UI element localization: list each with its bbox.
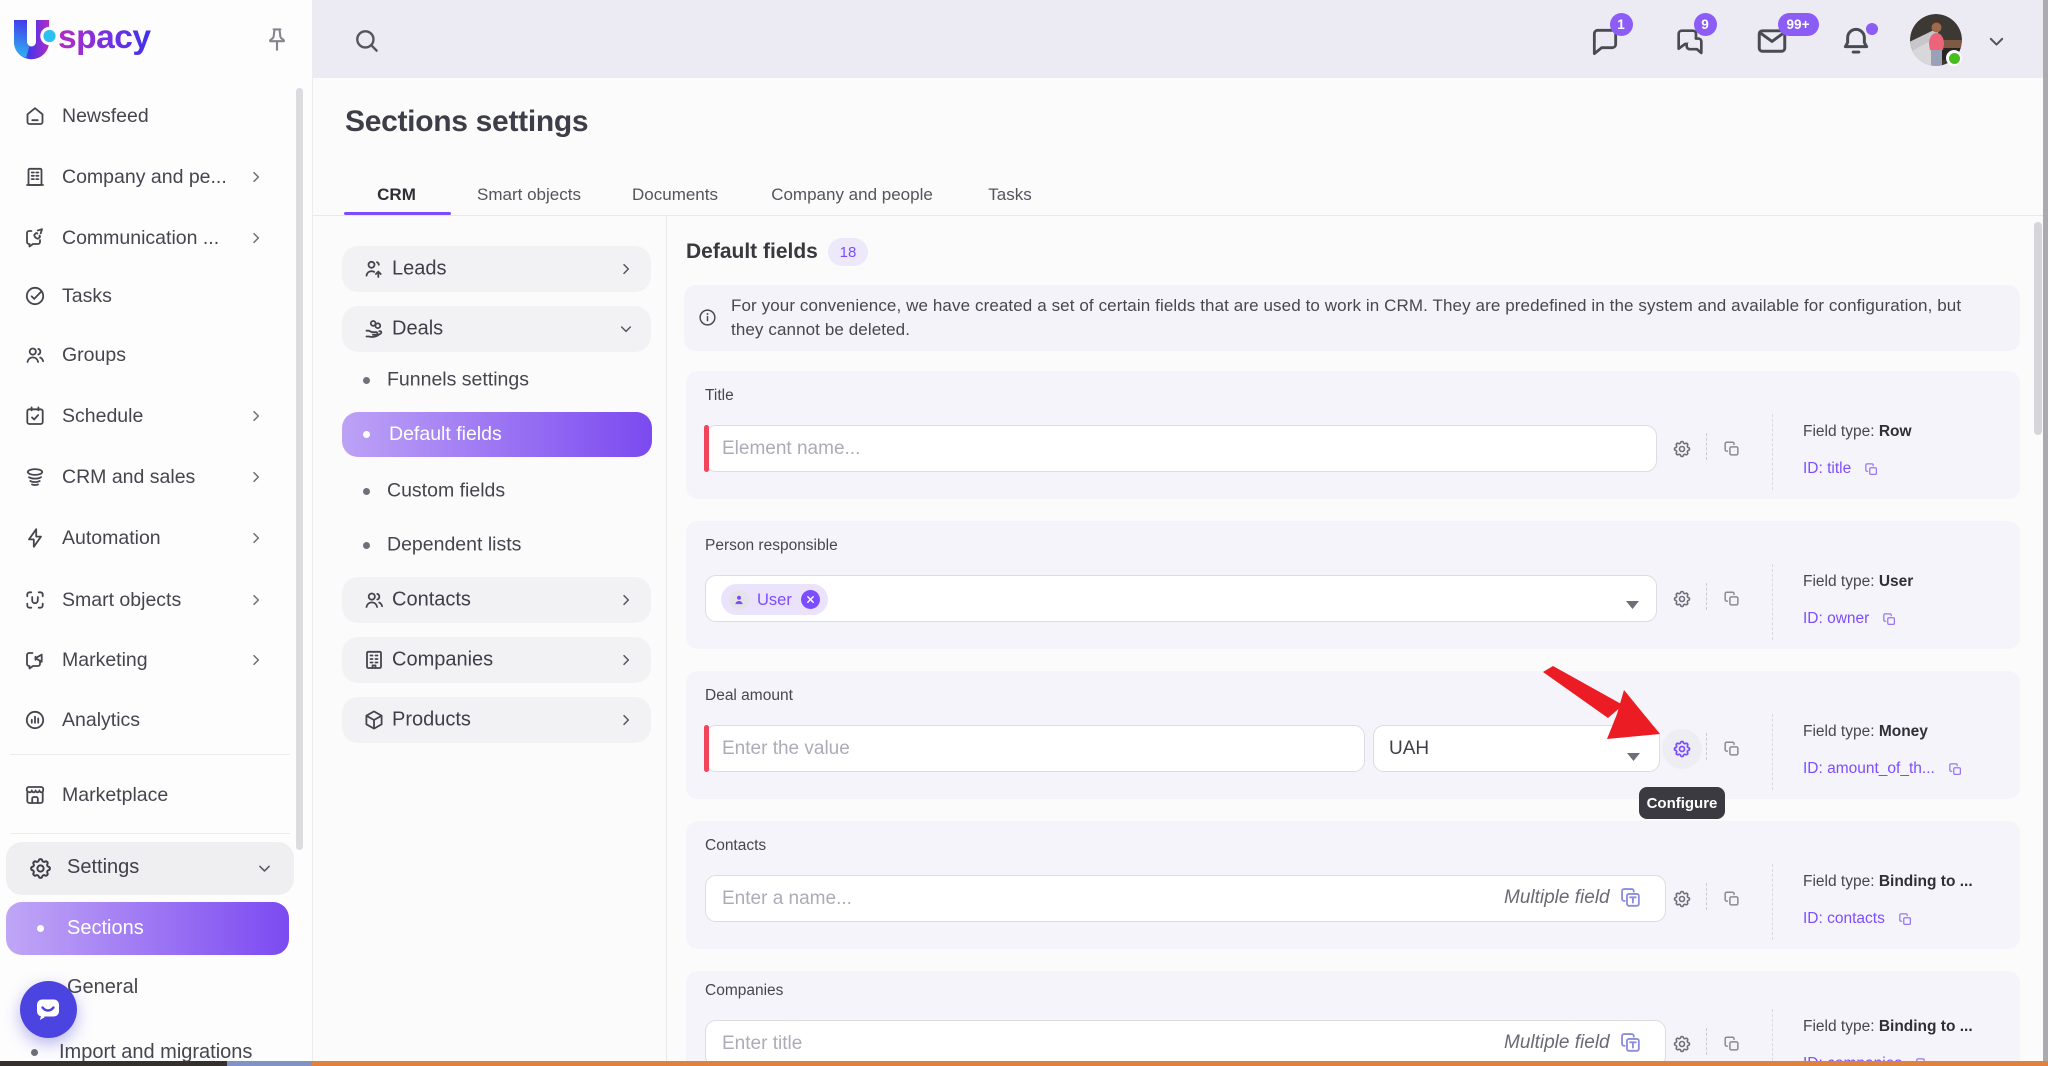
- svg-text:spacy: spacy: [58, 19, 151, 56]
